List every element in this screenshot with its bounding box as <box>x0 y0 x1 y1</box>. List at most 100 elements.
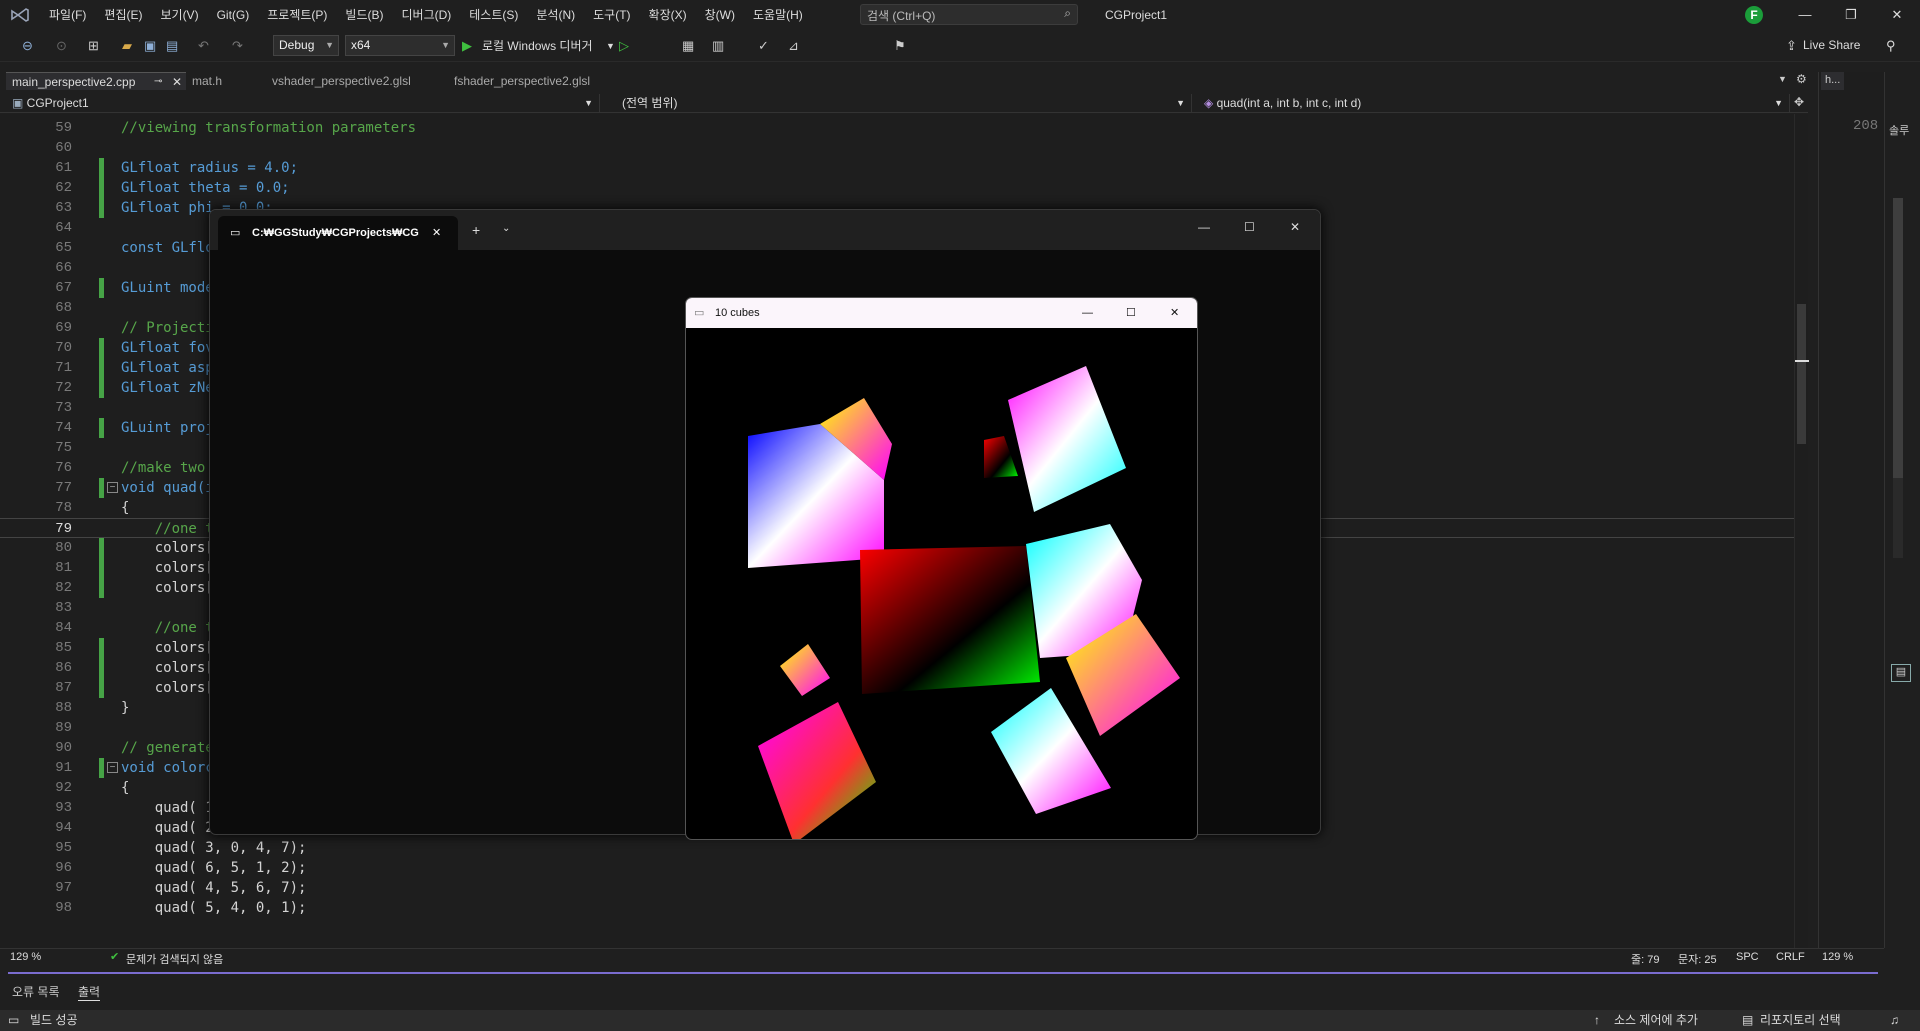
minimize-icon[interactable]: — <box>1198 220 1210 234</box>
issues-status[interactable]: 문제가 검색되지 않음 <box>126 951 223 967</box>
avatar[interactable]: F <box>1745 6 1763 24</box>
bell-icon[interactable]: ♫ <box>1890 1010 1899 1031</box>
code-line[interactable]: 62 GLfloat theta = 0.0; <box>0 178 1794 198</box>
terminal-tab[interactable]: ▭ C:₩GGStudy₩CGProjects₩CG ✕ <box>218 216 458 250</box>
menu-item[interactable]: 프로젝트(P) <box>258 0 336 30</box>
forward-icon[interactable]: ⊙ <box>56 36 67 56</box>
maximize-icon[interactable]: ☐ <box>1244 220 1255 234</box>
code-text: quad( 3, 0, 4, 7); <box>121 840 307 856</box>
right-zoom-level[interactable]: 129 % <box>1822 951 1853 963</box>
minimize-icon[interactable]: — <box>1782 0 1828 30</box>
minimize-icon[interactable]: — <box>1082 298 1093 328</box>
close-icon[interactable]: ✕ <box>172 73 182 91</box>
cube <box>860 546 1040 694</box>
code-text: { <box>121 780 130 796</box>
code-line[interactable]: 61 GLfloat radius = 4.0; <box>0 158 1794 178</box>
close-icon[interactable]: ✕ <box>1874 0 1920 30</box>
menu-item[interactable]: 테스트(S) <box>460 0 527 30</box>
fold-toggle-icon[interactable]: − <box>107 762 118 773</box>
project-dropdown[interactable]: ▣ CGProject1 ▼ <box>8 94 600 112</box>
pane-tab[interactable]: h... <box>1821 72 1845 90</box>
tab-fshader[interactable]: fshader_perspective2.glsl <box>448 72 628 90</box>
new-tab-icon[interactable]: + <box>472 222 480 238</box>
notification-icon[interactable]: ▭ <box>8 1010 19 1031</box>
scrollbar-thumb[interactable] <box>1797 304 1806 444</box>
save-all-icon[interactable]: ▤ <box>166 36 178 56</box>
line-number: 90 <box>55 740 72 756</box>
tab-mat-h[interactable]: mat.h <box>186 72 266 90</box>
split-view-icon[interactable]: ✥ <box>1794 95 1804 109</box>
line-indicator[interactable]: 줄: 79 <box>1631 951 1659 967</box>
side-scrollbar-thumb[interactable] <box>1893 198 1903 478</box>
line-ending-indicator[interactable]: CRLF <box>1776 951 1805 963</box>
repository-button[interactable]: 리포지토리 선택 <box>1760 1010 1841 1031</box>
menu-item[interactable]: 창(W) <box>696 0 744 30</box>
live-share-icon[interactable]: ⇪ <box>1786 36 1797 56</box>
tab-dropdown-icon[interactable]: ⌄ <box>502 223 510 234</box>
restore-icon[interactable]: ❐ <box>1828 0 1874 30</box>
run-dropdown-icon[interactable]: ▼ <box>606 36 615 56</box>
menu-item[interactable]: 도움말(H) <box>744 0 812 30</box>
line-number: 88 <box>55 700 72 716</box>
bookmark-icon[interactable]: ⚑ <box>894 36 906 56</box>
code-line[interactable]: 59 //viewing transformation parameters <box>0 118 1794 138</box>
code-line[interactable]: 96 quad( 6, 5, 1, 2); <box>0 858 1794 878</box>
maximize-icon[interactable]: ☐ <box>1126 298 1136 328</box>
menu-item[interactable]: 도구(T) <box>584 0 639 30</box>
close-icon[interactable]: ✕ <box>1290 220 1300 234</box>
save-icon[interactable]: ▣ <box>144 36 156 56</box>
menu-item[interactable]: 분석(N) <box>527 0 584 30</box>
source-control-button[interactable]: 소스 제어에 추가 <box>1614 1010 1698 1031</box>
tab-output[interactable]: 출력 <box>78 983 101 1001</box>
browse-icon[interactable]: ▦ <box>682 36 694 56</box>
tab-vshader[interactable]: vshader_perspective2.glsl <box>266 72 446 90</box>
fold-toggle-icon[interactable]: − <box>107 482 118 493</box>
spellcheck-icon[interactable]: ✓ <box>758 36 769 56</box>
new-item-icon[interactable]: ⊞ <box>88 36 99 56</box>
settings-gear-icon[interactable]: ⚙ <box>1796 72 1807 86</box>
member-dropdown[interactable]: ◈ quad(int a, int b, int c, int d) ▼ <box>1200 94 1790 112</box>
code-line[interactable]: 98 quad( 5, 4, 0, 1); <box>0 898 1794 918</box>
menu-item[interactable]: 디버그(D) <box>392 0 460 30</box>
tab-error-list[interactable]: 오류 목록 <box>12 983 60 1000</box>
vertical-scrollbar[interactable] <box>1794 114 1809 948</box>
code-line[interactable]: 60 <box>0 138 1794 158</box>
search-box[interactable]: 검색 (Ctrl+Q) ⌕ <box>860 4 1078 25</box>
line-number: 77 <box>55 480 72 496</box>
close-tab-icon[interactable]: ✕ <box>432 216 441 250</box>
code-line[interactable]: 95 quad( 3, 0, 4, 7); <box>0 838 1794 858</box>
scope-dropdown[interactable]: (전역 범위) ▼ <box>618 94 1192 112</box>
line-number: 93 <box>55 800 72 816</box>
side-label[interactable]: 솔루 <box>1889 122 1909 138</box>
menu-item[interactable]: 확장(X) <box>640 0 696 30</box>
configuration-dropdown[interactable]: Debug ▼ <box>273 35 339 56</box>
start-debug-icon[interactable]: ▶ <box>462 36 472 56</box>
open-icon[interactable]: ▰ <box>122 36 132 56</box>
column-indicator[interactable]: 문자: 25 <box>1678 951 1717 967</box>
menu-item[interactable]: Git(G) <box>208 0 259 30</box>
platform-dropdown[interactable]: x64 ▼ <box>345 35 455 56</box>
menu-item[interactable]: 빌드(B) <box>336 0 392 30</box>
undo-icon[interactable]: ↶ <box>198 36 209 56</box>
menu-item[interactable]: 보기(V) <box>151 0 207 30</box>
start-without-debug-icon[interactable]: ▷ <box>619 36 629 56</box>
back-icon[interactable]: ⊖ <box>22 36 33 56</box>
tab-list-dropdown-icon[interactable]: ▼ <box>1778 74 1787 84</box>
whitespace-indicator[interactable]: SPC <box>1736 951 1759 963</box>
live-share-button[interactable]: Live Share <box>1803 38 1860 52</box>
pin-icon[interactable]: ⊸ <box>154 73 162 91</box>
menu-item[interactable]: 편집(E) <box>95 0 151 30</box>
comment-icon[interactable]: ⊿ <box>788 36 799 56</box>
close-icon[interactable]: ✕ <box>1170 298 1179 328</box>
code-line[interactable]: 97 quad( 4, 5, 6, 7); <box>0 878 1794 898</box>
change-marker <box>99 378 104 398</box>
member-value: quad(int a, int b, int c, int d) <box>1216 96 1362 110</box>
run-label[interactable]: 로컬 Windows 디버거 <box>482 36 593 56</box>
properties-icon[interactable]: ▤ <box>1891 664 1911 682</box>
layout-icon[interactable]: ▥ <box>712 36 724 56</box>
feedback-icon[interactable]: ⚲ <box>1886 36 1896 56</box>
redo-icon[interactable]: ↷ <box>232 36 243 56</box>
zoom-level[interactable]: 129 % <box>10 951 41 963</box>
menu-item[interactable]: 파일(F) <box>40 0 95 30</box>
tab-main-perspective2[interactable]: main_perspective2.cpp ⊸ ✕ <box>6 72 186 90</box>
